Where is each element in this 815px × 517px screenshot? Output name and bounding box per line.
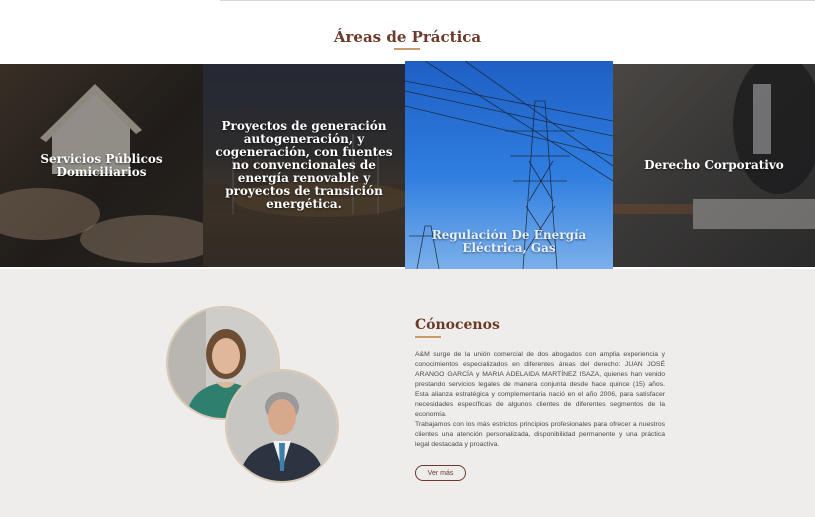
partner-photo-man	[225, 369, 339, 483]
card-label: Servicios Públicos Domiciliarios	[40, 151, 163, 179]
title-underline	[394, 48, 420, 50]
about-paragraph-1: A&M surge de la unión comercial de dos a…	[415, 351, 665, 418]
practice-card-corporate-law[interactable]: Derecho Corporativo	[613, 64, 815, 267]
practice-card-energy-projects[interactable]: Proyectos de generación autogeneración, …	[203, 64, 405, 267]
card-label: Derecho Corporativo	[644, 158, 784, 172]
man-portrait-image	[227, 371, 337, 481]
practice-card-energy-regulation[interactable]: Regulación De Energía Eléctrica, Gas	[405, 61, 613, 269]
about-paragraph-2: Trabajamos con los más estrictos princip…	[415, 421, 665, 448]
about-title: Cónocenos	[415, 317, 500, 333]
practice-card-public-services[interactable]: Servicios Públicos Domiciliarios	[0, 64, 203, 267]
top-divider	[220, 0, 815, 1]
about-title-underline	[415, 336, 441, 338]
card-label: Regulación De Energía Eléctrica, Gas	[431, 228, 587, 255]
about-section	[0, 269, 815, 517]
practice-section-title: Áreas de Práctica	[333, 28, 482, 46]
see-more-button[interactable]: Ver más	[415, 465, 466, 481]
card-label: Proyectos de generación autogeneración, …	[215, 119, 393, 211]
